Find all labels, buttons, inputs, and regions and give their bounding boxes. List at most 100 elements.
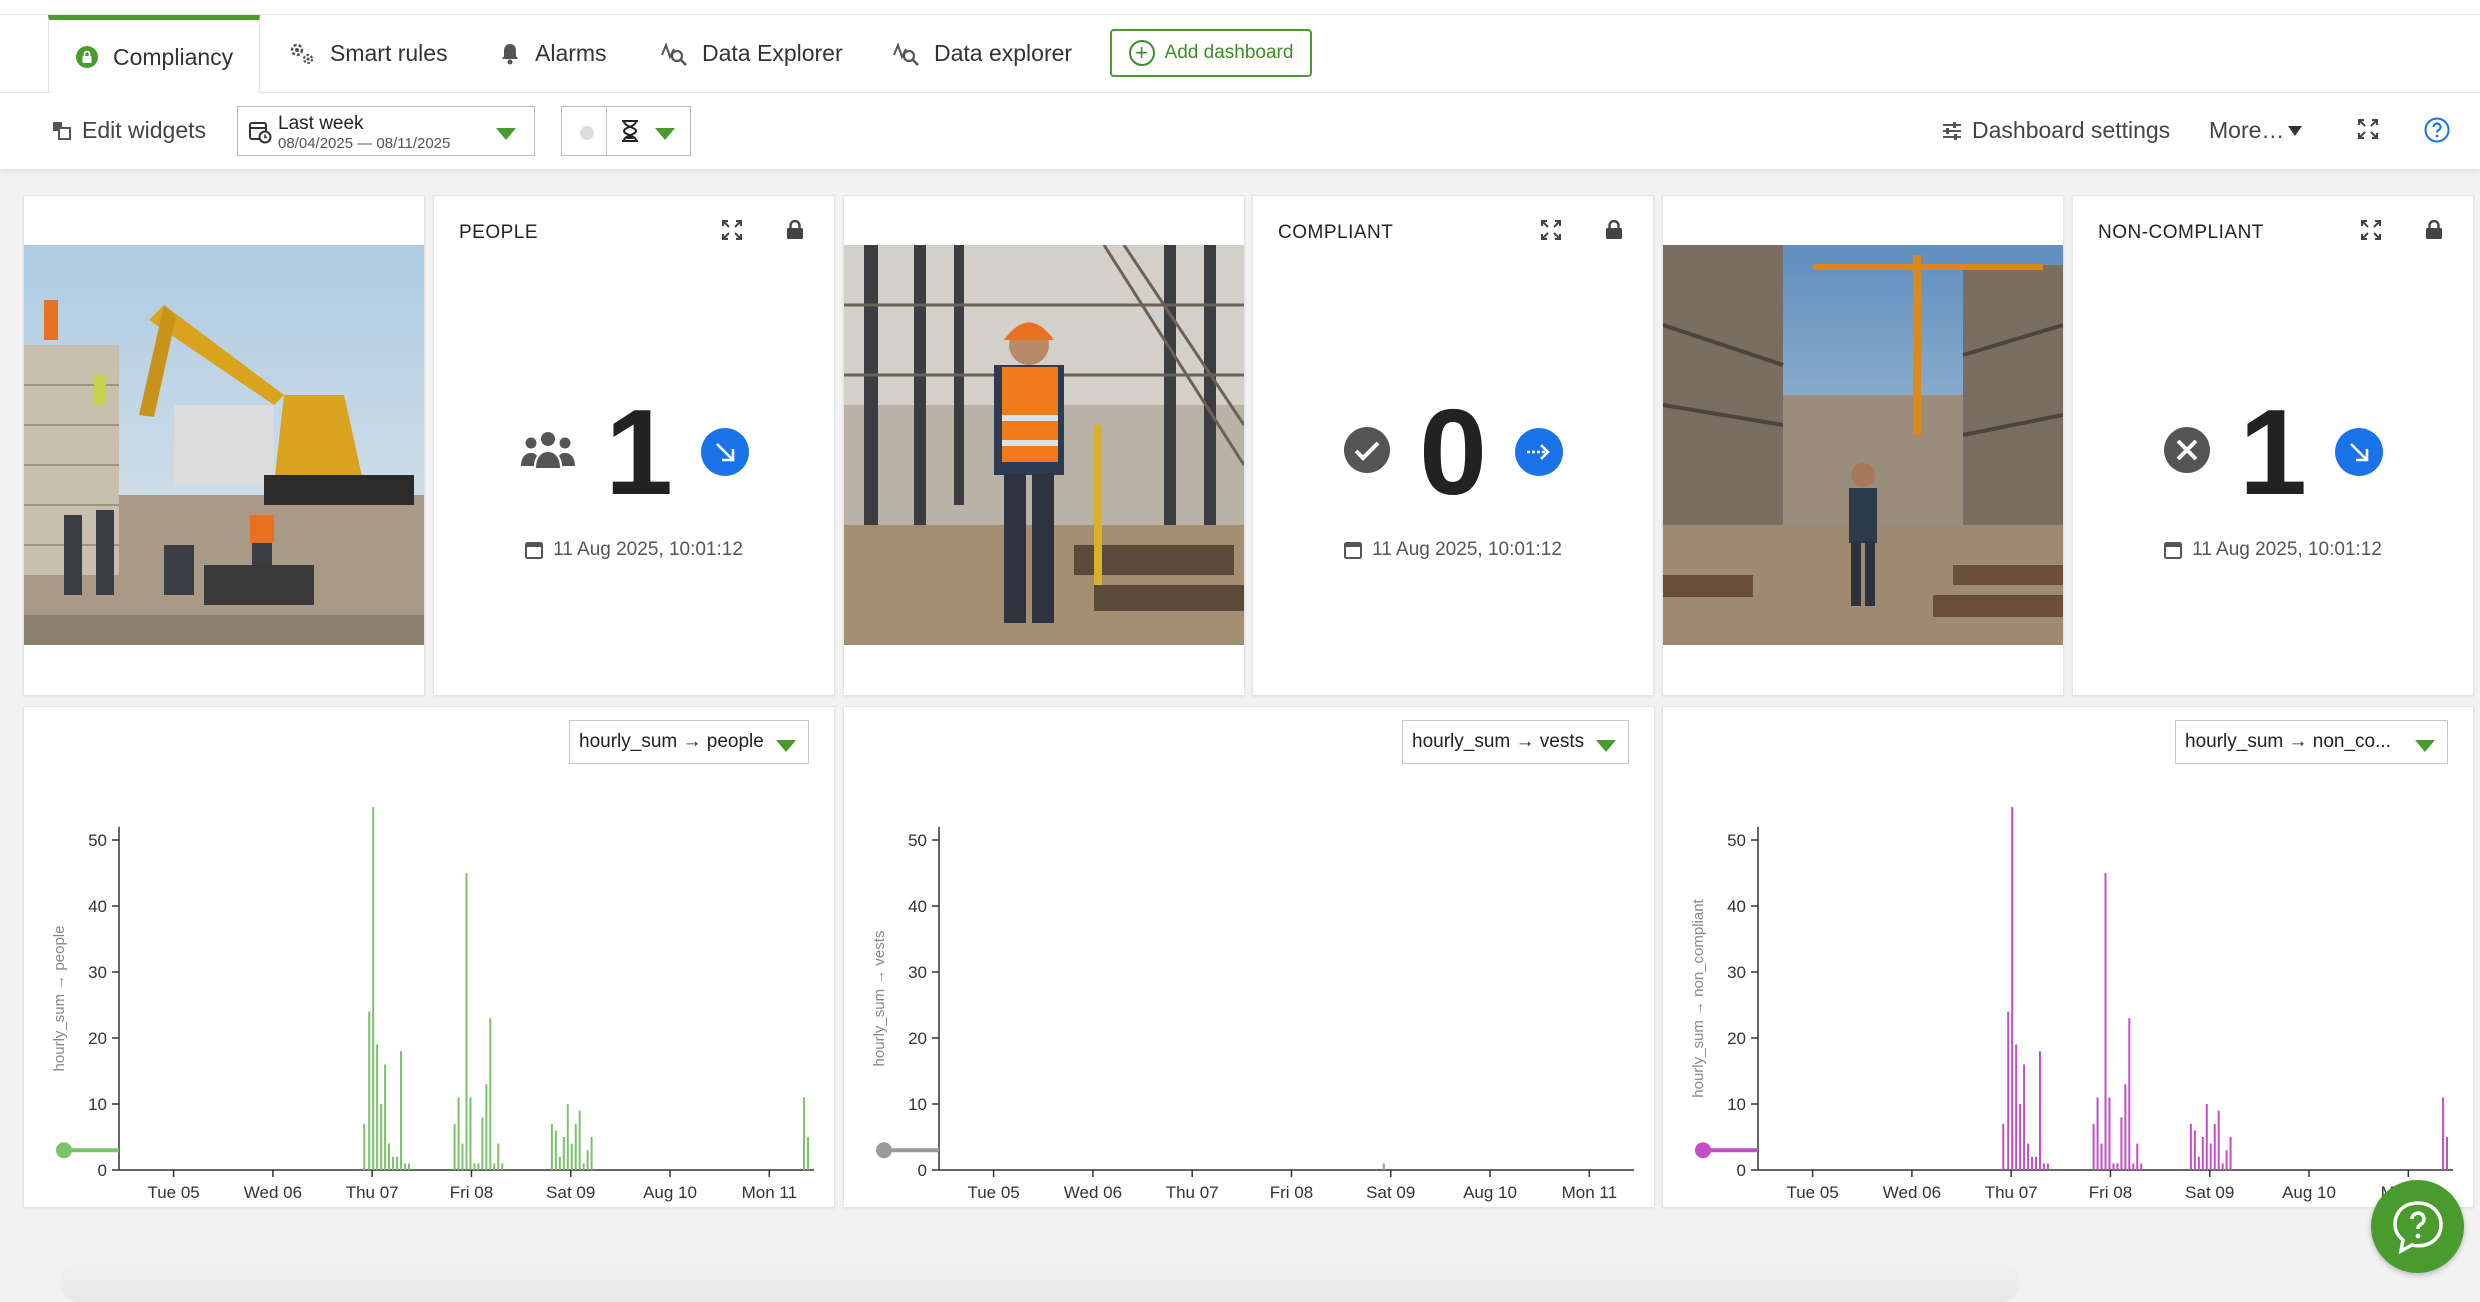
widget-title: PEOPLE xyxy=(459,222,539,243)
timestamp-text: 11 Aug 2025, 10:01:12 xyxy=(553,539,743,560)
kpi-number: 0 xyxy=(1419,384,1487,520)
y-tick-label: 40 xyxy=(88,897,107,916)
lock-icon[interactable] xyxy=(786,219,804,245)
dashboard-tab-bar: Compliancy Smart rules Alarms Data Explo… xyxy=(0,15,2480,94)
bar xyxy=(2042,1163,2045,1170)
x-tick-label: Tue 05 xyxy=(1786,1183,1838,1202)
bar xyxy=(2120,1117,2123,1170)
x-tick-label: Sat 09 xyxy=(2185,1183,2234,1202)
bar xyxy=(461,1143,464,1170)
bar xyxy=(481,1117,484,1170)
gears-icon xyxy=(288,41,316,67)
bar xyxy=(403,1163,406,1170)
bar xyxy=(2229,1137,2232,1170)
x-tick-label: Wed 06 xyxy=(1883,1183,1941,1202)
x-tick-label: Fri 08 xyxy=(1270,1183,1313,1202)
bar xyxy=(570,1143,573,1170)
y-tick-label: 40 xyxy=(908,897,927,916)
bar-chart-vests: 0 10 20 30 40 50 Tue 05 Wed 06 Thu 07 Fri 08 Sat 0… xyxy=(871,826,1634,1202)
bar xyxy=(566,1104,569,1170)
x-tick-label: Aug 10 xyxy=(2282,1183,2336,1202)
date-range-dates: 08/04/2025 — 08/11/2025 xyxy=(278,135,451,152)
bar xyxy=(2096,1097,2099,1170)
lock-circle-icon xyxy=(75,45,99,69)
kpi-value-row: 1 xyxy=(2073,391,2473,513)
x-tick-label: Tue 05 xyxy=(147,1183,199,1202)
calendar-clock-icon xyxy=(248,120,272,149)
kpi-value-row: 0 xyxy=(1253,391,1653,513)
bar xyxy=(493,1163,496,1170)
y-tick-label: 50 xyxy=(908,831,927,850)
bar xyxy=(2446,1137,2449,1170)
help-chat-button[interactable] xyxy=(2371,1180,2464,1273)
bar xyxy=(2442,1097,2445,1170)
more-label: More… xyxy=(2209,117,2285,143)
timestamp-text: 11 Aug 2025, 10:01:12 xyxy=(2192,539,2382,560)
tab-smart-rules[interactable]: Smart rules xyxy=(262,15,474,92)
bar xyxy=(501,1163,504,1170)
y-tick-label: 10 xyxy=(1727,1095,1746,1114)
data-explorer-icon xyxy=(892,41,920,67)
y-tick-label: 50 xyxy=(1727,831,1746,850)
y-tick-label: 40 xyxy=(1727,897,1746,916)
fullscreen-icon[interactable] xyxy=(2357,118,2379,144)
y-tick-label: 20 xyxy=(908,1029,927,1048)
x-tick-label: Thu 07 xyxy=(1985,1183,2038,1202)
current-value-marker xyxy=(1695,1142,1711,1159)
bar xyxy=(399,1051,402,1170)
chevron-down-icon[interactable] xyxy=(655,127,675,145)
hourglass-icon[interactable] xyxy=(621,120,639,147)
realtime-refresh-control[interactable] xyxy=(561,106,691,156)
check-circle-icon xyxy=(1343,426,1391,479)
kpi-number: 1 xyxy=(2239,384,2307,520)
x-tick-label: Thu 07 xyxy=(346,1183,399,1202)
bar xyxy=(2225,1150,2228,1170)
edit-widgets-button[interactable]: Edit widgets xyxy=(52,117,206,144)
more-menu-button[interactable]: More… xyxy=(2209,117,2303,144)
timestamp-text: 11 Aug 2025, 10:01:12 xyxy=(1372,539,1562,560)
help-circle-icon[interactable] xyxy=(2424,117,2450,148)
dashboard-settings-button[interactable]: Dashboard settings xyxy=(1942,117,2170,144)
lock-icon[interactable] xyxy=(2425,219,2443,245)
bar xyxy=(586,1150,589,1170)
tab-label: Smart rules xyxy=(330,40,448,66)
expand-icon[interactable] xyxy=(2360,219,2382,245)
x-tick-label: Mon 11 xyxy=(1562,1183,1617,1202)
bar xyxy=(2100,1143,2103,1170)
y-tick-label: 10 xyxy=(88,1095,107,1114)
divider xyxy=(606,107,607,155)
top-border xyxy=(0,0,2480,15)
bar xyxy=(407,1163,410,1170)
tab-data-explorer-1[interactable]: Data Explorer xyxy=(634,15,869,92)
bar xyxy=(2201,1137,2204,1170)
tab-alarms[interactable]: Alarms xyxy=(473,15,633,92)
expand-icon[interactable] xyxy=(721,219,743,245)
trend-down-icon xyxy=(700,428,749,476)
bar xyxy=(803,1097,806,1170)
x-tick-label: Aug 10 xyxy=(1463,1183,1517,1202)
expand-icon[interactable] xyxy=(1540,219,1562,245)
tab-label: Alarms xyxy=(535,40,607,66)
bar xyxy=(2189,1123,2192,1170)
bar xyxy=(2035,1156,2037,1170)
widget-title: COMPLIANT xyxy=(1278,222,1394,243)
tab-compliancy[interactable]: Compliancy xyxy=(48,15,260,94)
lock-icon[interactable] xyxy=(1605,219,1623,245)
dashboard-settings-label: Dashboard settings xyxy=(1972,117,2171,143)
calendar-icon xyxy=(525,542,544,559)
date-range-selector[interactable]: Last week 08/04/2025 — 08/11/2025 xyxy=(237,106,535,156)
bar xyxy=(485,1084,488,1170)
bar xyxy=(2015,1044,2018,1170)
bar xyxy=(469,1097,472,1170)
widget-title: NON-COMPLIANT xyxy=(2098,222,2264,243)
bar xyxy=(2193,1130,2196,1170)
edit-widgets-icon xyxy=(52,121,72,141)
add-dashboard-button[interactable]: + Add dashboard xyxy=(1110,29,1312,77)
bar xyxy=(2124,1084,2127,1170)
add-dashboard-label: Add dashboard xyxy=(1164,42,1294,63)
bar xyxy=(578,1110,581,1170)
y-tick-label: 0 xyxy=(918,1161,927,1180)
tab-data-explorer-2[interactable]: Data explorer xyxy=(866,15,1098,92)
bar xyxy=(2205,1104,2208,1170)
x-tick-label: Wed 06 xyxy=(1064,1183,1122,1202)
